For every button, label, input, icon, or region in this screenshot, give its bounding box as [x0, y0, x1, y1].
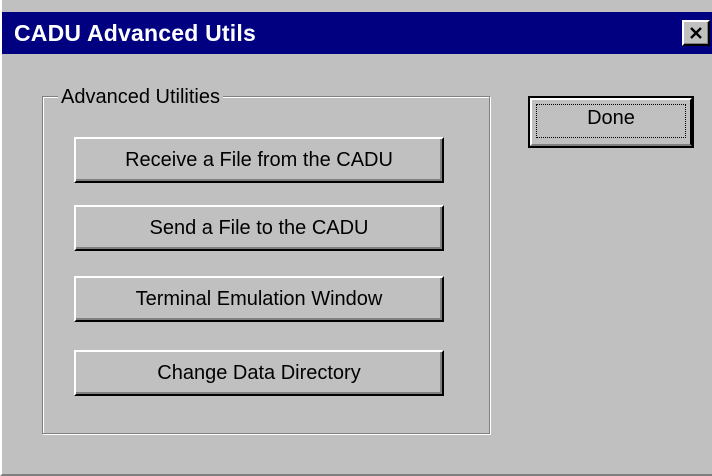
done-button[interactable]: Done: [528, 96, 694, 148]
change-data-directory-button[interactable]: Change Data Directory: [74, 350, 444, 396]
group-label: Advanced Utilities: [58, 86, 223, 108]
window-title: CADU Advanced Utils: [14, 20, 256, 46]
title-bar[interactable]: CADU Advanced Utils: [2, 12, 712, 54]
send-file-label: Send a File to the CADU: [149, 217, 369, 239]
done-label: Done: [587, 107, 635, 129]
change-data-directory-label: Change Data Directory: [157, 362, 361, 384]
dialog-window: CADU Advanced Utils Advanced Utilities R…: [0, 0, 712, 476]
close-icon: [690, 27, 702, 39]
receive-file-button[interactable]: Receive a File from the CADU: [74, 137, 444, 183]
terminal-emulation-label: Terminal Emulation Window: [135, 288, 383, 310]
terminal-emulation-button[interactable]: Terminal Emulation Window: [74, 276, 444, 322]
receive-file-label: Receive a File from the CADU: [125, 149, 393, 171]
close-button[interactable]: [682, 20, 710, 46]
send-file-button[interactable]: Send a File to the CADU: [74, 205, 444, 251]
